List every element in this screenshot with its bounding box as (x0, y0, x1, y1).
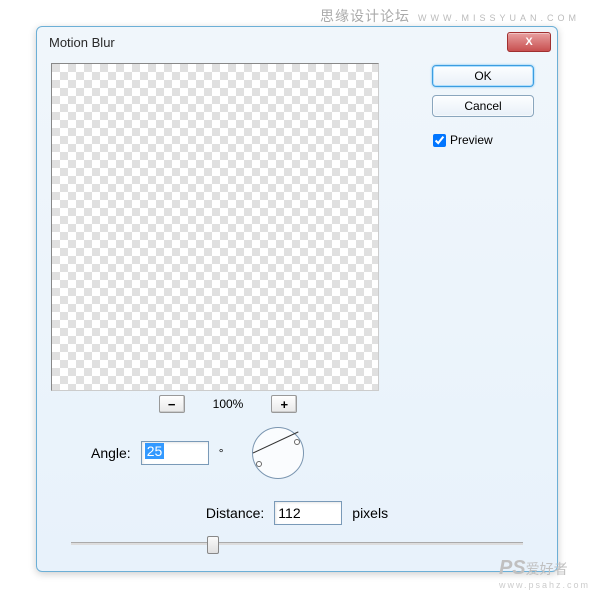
dialog-title: Motion Blur (49, 35, 115, 50)
distance-unit: pixels (352, 505, 388, 521)
angle-dial[interactable] (252, 427, 304, 479)
close-button[interactable]: X (507, 32, 551, 52)
plus-icon: + (281, 397, 289, 412)
slider-track (71, 542, 523, 545)
preview-canvas[interactable] (51, 63, 379, 391)
dial-handle-icon (294, 439, 300, 445)
preview-checkbox[interactable] (433, 134, 446, 147)
watermark-bottom: PS爱好者 www.psahz.com (499, 557, 590, 590)
zoom-level: 100% (213, 397, 244, 411)
distance-input[interactable] (274, 501, 342, 525)
ok-button[interactable]: OK (432, 65, 534, 87)
slider-thumb[interactable] (207, 536, 219, 554)
angle-input[interactable]: 25 (141, 441, 209, 465)
preview-checkbox-row[interactable]: Preview (433, 133, 493, 147)
degree-symbol: ° (219, 446, 224, 460)
minus-icon: − (168, 397, 176, 412)
preview-label: Preview (450, 133, 493, 147)
watermark-top: 思缘设计论坛WWW.MISSYUAN.COM (320, 6, 580, 26)
motion-blur-dialog: Motion Blur X − 100% + OK Cancel (36, 26, 558, 572)
angle-label: Angle: (91, 445, 131, 461)
distance-slider[interactable] (71, 535, 523, 551)
distance-label: Distance: (206, 505, 264, 521)
zoom-out-button[interactable]: − (159, 395, 185, 413)
zoom-in-button[interactable]: + (271, 395, 297, 413)
transparency-checker (52, 64, 378, 390)
titlebar[interactable]: Motion Blur X (37, 27, 557, 57)
cancel-button[interactable]: Cancel (432, 95, 534, 117)
dial-handle-icon (256, 461, 262, 467)
close-icon: X (525, 36, 532, 48)
